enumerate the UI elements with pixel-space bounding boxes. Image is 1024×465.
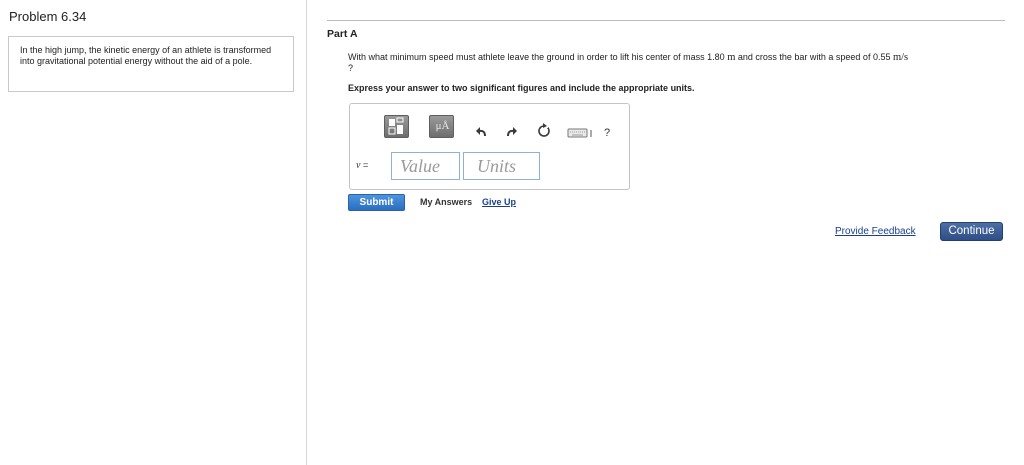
problem-title: Problem 6.34 [9,9,87,24]
units-input[interactable] [463,152,540,180]
divider [327,20,1005,21]
part-title: Part A [327,28,358,40]
problem-statement: In the high jump, the kinetic energy of … [8,36,294,92]
templates-icon [388,117,404,135]
question-before-mass: With what minimum speed must athlete lea… [348,52,728,62]
question-middle: and cross the bar with a speed of 0.55 [735,52,893,62]
continue-button[interactable]: Continue [940,222,1003,241]
speed-unit: m/s [892,52,909,63]
variable-label: v = [356,160,368,171]
question-text: With what minimum speed must athlete lea… [348,52,1008,74]
answer-instructions: Express your answer to two significant f… [348,83,695,93]
templates-button[interactable] [384,115,409,138]
reset-icon[interactable] [536,122,552,138]
help-icon[interactable]: ? [604,127,610,139]
undo-icon[interactable] [474,124,488,138]
submit-button[interactable]: Submit [348,194,405,211]
symbols-button[interactable]: μÅ [429,115,454,138]
equals-sign: = [360,160,369,170]
my-answers-link[interactable]: My Answers [420,197,472,207]
keyboard-icon[interactable] [567,127,595,139]
question-end: ? [348,63,354,73]
redo-icon[interactable] [505,124,519,138]
symbols-icon: μÅ [435,120,450,132]
problem-panel: Problem 6.34 In the high jump, the kinet… [0,0,307,465]
give-up-link[interactable]: Give Up [482,197,516,207]
value-input[interactable] [391,152,460,180]
provide-feedback-link[interactable]: Provide Feedback [835,226,916,237]
